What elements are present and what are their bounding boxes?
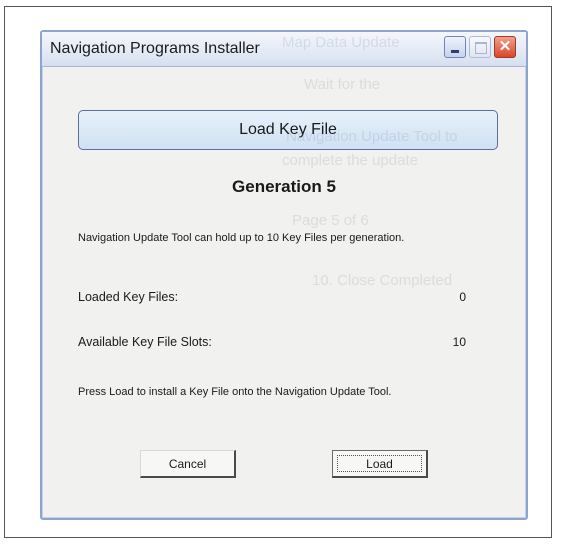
loaded-key-files-label: Loaded Key Files:	[78, 290, 179, 304]
maximize-icon[interactable]	[469, 36, 491, 58]
load-button[interactable]: Load	[332, 450, 428, 478]
loaded-key-files-value: 0	[459, 290, 466, 304]
ghost-text: Page 5 of 6	[292, 212, 369, 229]
load-button-label: Load	[337, 455, 422, 472]
title-bar[interactable]: Navigation Programs Installer Map Data U…	[42, 32, 526, 67]
generation-label: Generation 5	[232, 177, 336, 196]
ghost-text: Navigation Update Tool to	[286, 128, 458, 145]
available-slots-value: 10	[452, 335, 466, 349]
cancel-button[interactable]: Cancel	[140, 450, 236, 478]
available-slots-label: Available Key File Slots:	[78, 335, 212, 349]
ghost-text: Wait for the	[304, 76, 381, 93]
minimize-icon[interactable]	[444, 36, 466, 58]
close-icon[interactable]: ✕	[494, 36, 516, 58]
capacity-info-text: Navigation Update Tool can hold up to 10…	[78, 232, 405, 244]
ghost-text: Map Data Update	[282, 34, 400, 51]
installer-window: Navigation Programs Installer Map Data U…	[40, 30, 528, 520]
ghost-text: complete the update	[282, 152, 418, 169]
window-title: Navigation Programs Installer	[50, 40, 260, 57]
ghost-text: 10. Close Completed	[312, 272, 453, 289]
instruction-text: Press Load to install a Key File onto th…	[78, 386, 392, 398]
